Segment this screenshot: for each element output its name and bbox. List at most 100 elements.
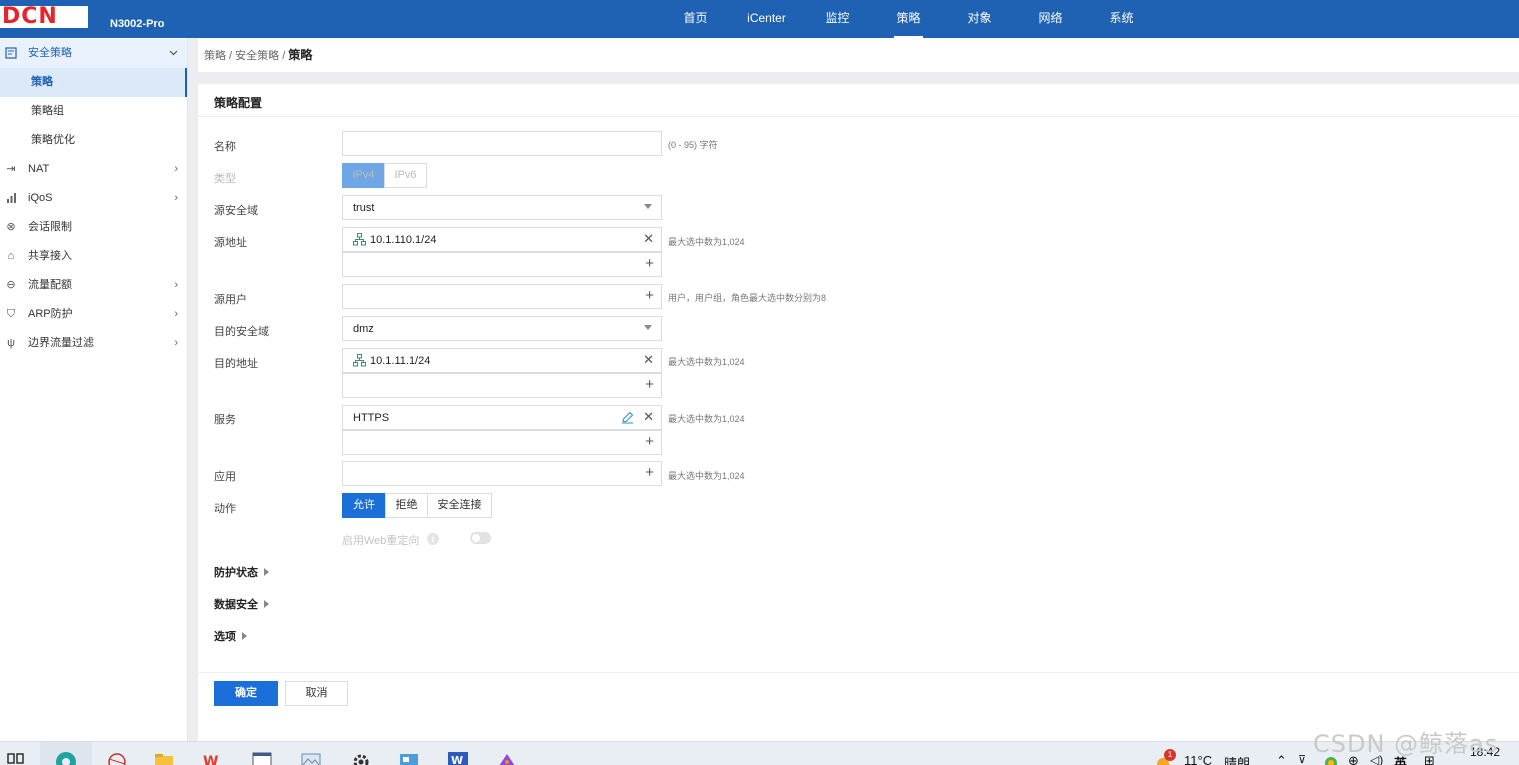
sidebar-item-label: 边界流量过滤	[28, 337, 94, 349]
svg-text:W: W	[451, 754, 463, 765]
task-view-icon[interactable]	[6, 749, 28, 765]
sidebar-item-arp[interactable]: ⛉ ARP防护 ›	[0, 300, 187, 329]
src-zone-select[interactable]: trust	[342, 195, 662, 220]
remove-icon[interactable]: ✕	[643, 409, 654, 425]
src-zone-label: 源安全域	[214, 205, 258, 217]
sidebar-item-traffic-quota[interactable]: ⊖ 流量配额 ›	[0, 271, 187, 300]
sidebar-item-nat[interactable]: ⇥ NAT ›	[0, 155, 187, 184]
nav-object[interactable]: 对象	[944, 0, 1015, 38]
settings-icon[interactable]	[350, 749, 372, 765]
app-hint: 最大选中数为1,024	[668, 471, 745, 481]
breadcrumb-path[interactable]: 策略 / 安全策略 /	[204, 50, 288, 62]
sidebar-item-label: 共享接入	[28, 250, 72, 262]
wps-icon[interactable]: W	[202, 749, 224, 765]
chevron-right-icon: ›	[174, 337, 178, 349]
sidebar-item-policy-optimize[interactable]: 策略优化	[0, 126, 187, 155]
sidebar-item-session-limit[interactable]: ⊗ 会话限制	[0, 213, 187, 242]
dropdown-caret-icon	[644, 204, 652, 209]
section-data-security[interactable]: 数据安全	[214, 596, 269, 612]
sidebar-item-border-filter[interactable]: ψ 边界流量过滤 ›	[0, 329, 187, 358]
top-bar: DCN N3002-Pro 首页 iCenter 监控 策略 对象 网络 系统	[0, 0, 1519, 38]
nav-policy[interactable]: 策略	[873, 0, 944, 38]
sync-icon[interactable]: ⊽	[1298, 753, 1306, 765]
name-input[interactable]	[342, 131, 662, 156]
network-tool-icon[interactable]	[106, 749, 128, 765]
shield-icon: ⛉	[6, 308, 16, 320]
sidebar: 安全策略 策略 策略组 策略优化 ⇥ NAT › iQoS › ⊗ 会话限制 ⌂…	[0, 38, 188, 741]
filter-icon: ψ	[7, 337, 15, 349]
dropdown-caret-icon	[644, 325, 652, 330]
nav-home[interactable]: 首页	[660, 0, 731, 38]
remove-icon[interactable]: ✕	[643, 231, 654, 247]
action-label: 动作	[214, 503, 236, 515]
add-icon[interactable]: +	[645, 464, 654, 481]
add-icon[interactable]: +	[645, 255, 654, 272]
nav-system[interactable]: 系统	[1086, 0, 1157, 38]
dcn-logo[interactable]: DCN	[0, 6, 88, 28]
sidebar-item-label: 策略组	[31, 105, 64, 117]
weather-desc[interactable]: 晴朗	[1224, 753, 1250, 765]
src-addr-add-row[interactable]: +	[342, 252, 662, 277]
file-explorer-icon[interactable]	[153, 749, 175, 765]
terminal-icon[interactable]	[251, 749, 273, 765]
section-protection-status[interactable]: 防护状态	[214, 564, 269, 580]
dst-zone-select[interactable]: dmz	[342, 316, 662, 341]
dst-zone-label: 目的安全域	[214, 326, 269, 338]
nat-icon: ⇥	[6, 163, 16, 175]
breadcrumb-current: 策略	[288, 48, 313, 62]
confirm-button[interactable]: 确定	[214, 681, 278, 706]
chevron-right-icon: ›	[174, 163, 178, 175]
nav-network[interactable]: 网络	[1015, 0, 1086, 38]
sidebar-item-label: ARP防护	[28, 308, 73, 320]
service-add-row[interactable]: +	[342, 430, 662, 455]
type-selector: IPv4 IPv6	[342, 163, 427, 188]
chevron-right-icon: ›	[174, 308, 178, 320]
policy-icon	[4, 39, 18, 71]
web-redirect-toggle[interactable]	[470, 532, 491, 544]
sidebar-item-share-access[interactable]: ⌂ 共享接入	[0, 242, 187, 271]
action-secure-connect-button[interactable]: 安全连接	[427, 493, 492, 518]
sidebar-item-label: 会话限制	[28, 221, 72, 233]
src-user-input[interactable]: +	[342, 284, 662, 309]
service-value: HTTPS	[353, 412, 390, 424]
sidebar-group-security-policy[interactable]: 安全策略	[0, 39, 187, 68]
app-input[interactable]: +	[342, 461, 662, 486]
image-viewer-icon[interactable]	[300, 749, 322, 765]
word-icon[interactable]: W	[447, 749, 469, 765]
dst-addr-add-row[interactable]: +	[342, 373, 662, 398]
app-label: 应用	[214, 471, 236, 483]
sidebar-item-policy[interactable]: 策略	[0, 68, 187, 97]
chevron-right-icon: ›	[174, 279, 178, 291]
nav-icenter[interactable]: iCenter	[731, 0, 802, 38]
ipv6-option[interactable]: IPv6	[384, 163, 427, 188]
chevron-up-icon[interactable]: ⌃	[1276, 753, 1287, 765]
chevron-up-icon	[169, 39, 178, 68]
section-options[interactable]: 选项	[214, 628, 247, 644]
expand-arrow-icon	[264, 568, 269, 576]
add-icon[interactable]: +	[645, 433, 654, 450]
weather-temp[interactable]: 11°C	[1184, 753, 1212, 765]
edit-icon[interactable]	[621, 411, 634, 424]
dst-addr-selected: 10.1.11.1/24 ✕	[342, 348, 662, 373]
sidebar-item-iqos[interactable]: iQoS ›	[0, 184, 187, 213]
sidebar-item-policy-group[interactable]: 策略组	[0, 97, 187, 126]
add-icon[interactable]: +	[645, 287, 654, 304]
nav-monitor[interactable]: 监控	[802, 0, 873, 38]
paint-app-icon[interactable]	[496, 749, 518, 765]
edge-browser-icon[interactable]	[55, 749, 77, 765]
info-icon[interactable]: i	[427, 533, 439, 545]
cancel-button[interactable]: 取消	[285, 681, 348, 706]
ipv4-option[interactable]: IPv4	[342, 163, 385, 188]
action-deny-button[interactable]: 拒绝	[385, 493, 428, 518]
quota-icon: ⊖	[6, 279, 16, 291]
add-icon[interactable]: +	[645, 376, 654, 393]
src-user-label: 源用户	[214, 294, 247, 306]
dst-addr-value: 10.1.11.1/24	[370, 355, 431, 367]
divider	[198, 116, 1519, 117]
remote-desktop-icon[interactable]	[398, 749, 420, 765]
remove-icon[interactable]: ✕	[643, 352, 654, 368]
chevron-right-icon: ›	[174, 192, 178, 204]
action-allow-button[interactable]: 允许	[342, 493, 386, 518]
src-zone-value: trust	[353, 202, 375, 214]
sidebar-group-label: 安全策略	[28, 47, 72, 59]
